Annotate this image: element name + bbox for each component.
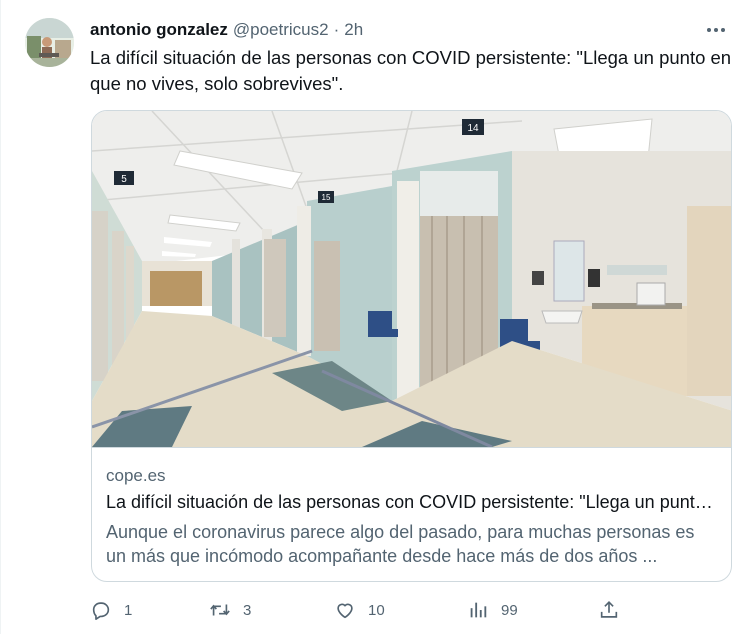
- retweet-icon: [210, 604, 230, 616]
- card-description: Aunque el coronavirus parece algo del pa…: [106, 522, 695, 566]
- share-button[interactable]: [598, 596, 620, 624]
- card-body[interactable]: cope.es La difícil situación de las pers…: [92, 447, 731, 581]
- reply-button[interactable]: 1: [90, 596, 132, 624]
- tweet-actions: 1 3 10 99: [90, 596, 730, 624]
- views-count: 99: [501, 601, 518, 619]
- link-card[interactable]: 5 14 15 cope.es La difícil situación de …: [91, 110, 732, 582]
- like-icon: [337, 603, 353, 619]
- tweet-header: antonio gonzalez @poetricus2 · 2h: [90, 18, 363, 42]
- more-options-button[interactable]: [704, 20, 728, 40]
- retweet-button[interactable]: 3: [209, 596, 251, 624]
- reply-icon: [92, 602, 110, 620]
- retweet-count: 3: [243, 601, 252, 619]
- reply-count: 1: [124, 601, 133, 619]
- author-handle[interactable]: @poetricus2: [233, 20, 329, 40]
- timestamp[interactable]: 2h: [344, 20, 363, 40]
- hospital-corridor-image: 5 14 15: [92, 111, 731, 449]
- room-sign-15: 15: [322, 193, 331, 202]
- avatar[interactable]: [25, 18, 74, 67]
- card-domain: cope.es: [106, 466, 166, 485]
- tweet-text: La difícil situación de las personas con…: [90, 47, 732, 94]
- share-icon: [600, 601, 618, 618]
- like-count: 10: [368, 601, 385, 619]
- card-title: La difícil situación de las personas con…: [106, 492, 716, 512]
- more-icon: [707, 28, 725, 32]
- separator-dot: ·: [333, 20, 340, 39]
- room-sign-14: 14: [467, 123, 479, 134]
- views-icon: [470, 602, 487, 618]
- like-button[interactable]: 10: [334, 596, 385, 624]
- room-sign-5: 5: [121, 174, 127, 185]
- avatar-image: [25, 18, 74, 67]
- views-button[interactable]: 99: [467, 596, 518, 624]
- tweet[interactable]: antonio gonzalez @poetricus2 · 2h La dif…: [0, 0, 750, 634]
- author-name[interactable]: antonio gonzalez: [90, 20, 228, 40]
- card-image[interactable]: 5 14 15: [92, 111, 731, 449]
